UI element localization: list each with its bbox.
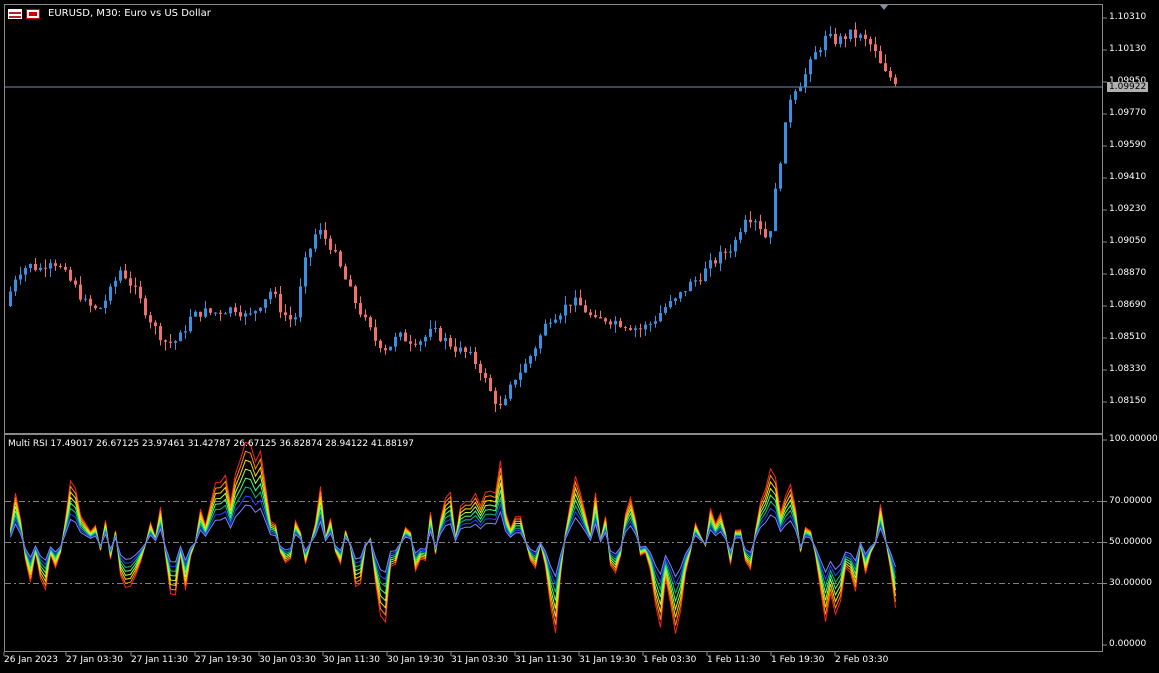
price-tick-label: 1.10130 <box>1109 44 1147 54</box>
price-tick-label: 1.08510 <box>1109 332 1147 342</box>
time-tick-label: 1 Feb 11:30 <box>707 655 761 665</box>
time-tick-label: 30 Jan 11:30 <box>323 655 380 665</box>
price-tick-label: 1.10310 <box>1109 12 1147 22</box>
time-tick-label: 30 Jan 19:30 <box>387 655 444 665</box>
price-tick-label: 1.09590 <box>1109 140 1147 150</box>
time-tick-label: 27 Jan 11:30 <box>131 655 188 665</box>
time-tick-label: 30 Jan 03:30 <box>259 655 316 665</box>
time-tick-label: 31 Jan 19:30 <box>579 655 636 665</box>
indicator-tick-label: 100.00000 <box>1109 434 1158 444</box>
time-tick-label: 26 Jan 2023 <box>4 655 58 665</box>
indicator-tick-label: 30.00000 <box>1109 577 1152 588</box>
price-tick-label: 1.08330 <box>1109 364 1147 374</box>
time-tick-label: 1 Feb 19:30 <box>771 655 825 665</box>
indicator-tick-label: 0.00000 <box>1109 639 1147 649</box>
time-tick-label: 27 Jan 19:30 <box>195 655 252 665</box>
price-tick-label: 1.08150 <box>1109 396 1147 406</box>
time-tick-label: 1 Feb 03:30 <box>643 655 697 665</box>
indicator-frame[interactable] <box>4 434 1103 652</box>
price-tick-label: 1.09770 <box>1109 108 1147 118</box>
chart-window: EURUSD, M30: Euro vs US Dollar 1.10310 1.… <box>0 0 1159 673</box>
price-tick-label: 1.09050 <box>1109 236 1147 246</box>
flag-eu-icon <box>8 8 22 19</box>
price-tick-label: 1.08690 <box>1109 300 1147 310</box>
time-tick-label: 31 Jan 03:30 <box>451 655 508 665</box>
price-tick-label: 1.08870 <box>1109 268 1147 278</box>
chart-title: EURUSD, M30: Euro vs US Dollar <box>8 8 211 19</box>
flag-us-icon <box>26 8 40 19</box>
indicator-label: Multi RSI 17.49017 26.67125 23.97461 31.… <box>8 439 414 449</box>
indicator-tick-label: 70.00000 <box>1109 495 1152 506</box>
main-chart-frame[interactable] <box>4 4 1103 434</box>
price-tick-label: 1.09230 <box>1109 204 1147 214</box>
time-tick-label: 2 Feb 03:30 <box>835 655 889 665</box>
symbol-title: EURUSD, M30: Euro vs US Dollar <box>48 8 211 19</box>
time-tick-label: 31 Jan 11:30 <box>515 655 572 665</box>
price-tick-label: 1.09410 <box>1109 172 1147 182</box>
current-price-tag: 1.09922 <box>1107 82 1149 92</box>
indicator-tick-label: 50.00000 <box>1109 536 1152 547</box>
time-tick-label: 27 Jan 03:30 <box>66 655 123 665</box>
